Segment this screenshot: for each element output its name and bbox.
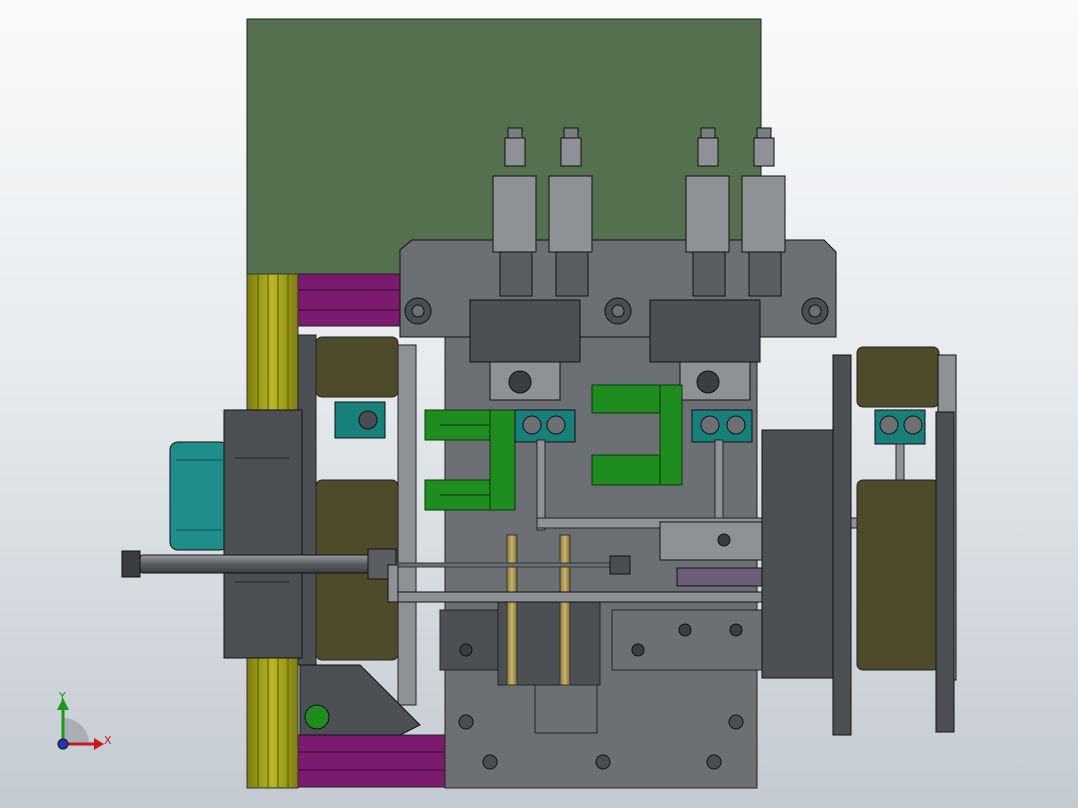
right-roller-assembly[interactable]: [832, 346, 957, 736]
coordinate-triad: Y X: [57, 690, 112, 750]
left-roller-assembly[interactable]: [297, 334, 417, 706]
x-axis-label: X: [104, 734, 112, 747]
lower-center-block[interactable]: [534, 684, 598, 734]
teal-motor[interactable]: [169, 441, 229, 551]
guide-rod-right[interactable]: [559, 534, 571, 686]
horizontal-frame-bar[interactable]: [387, 591, 809, 603]
upper-magenta-block[interactable]: [297, 273, 409, 327]
lower-magenta-block[interactable]: [297, 734, 447, 788]
y-axis-label: Y: [58, 690, 66, 703]
right-side-plate[interactable]: [761, 429, 841, 679]
frame-bar-left-post[interactable]: [387, 564, 399, 603]
left-mount-bracket[interactable]: [223, 409, 303, 659]
slider-carriage[interactable]: [659, 521, 778, 587]
cad-3d-viewport[interactable]: Y X: [0, 0, 1078, 808]
machine-assembly-model[interactable]: Y X: [0, 0, 1078, 808]
lower-right-plate[interactable]: [611, 609, 763, 671]
guide-rod-left[interactable]: [506, 534, 518, 686]
